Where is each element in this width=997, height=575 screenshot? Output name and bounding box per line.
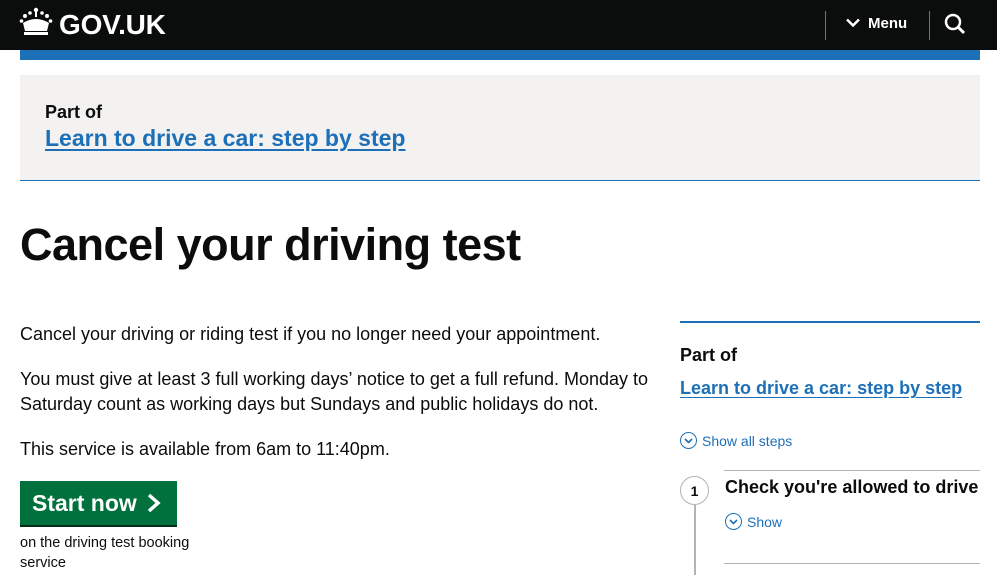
step-connector-line: [694, 505, 696, 575]
intro-paragraph: Cancel your driving or riding test if yo…: [20, 324, 601, 344]
logo-text: GOV.UK: [59, 8, 166, 40]
search-icon: [944, 13, 966, 39]
step-title[interactable]: Check you're allowed to drive: [725, 477, 978, 498]
header-divider: [929, 11, 930, 40]
refund-paragraph: You must give at least 3 full working da…: [20, 369, 649, 414]
header-blue-bar: [20, 50, 980, 60]
show-all-steps-label: Show all steps: [702, 432, 793, 449]
site-header: GOV.UK Menu: [0, 0, 997, 50]
part-of-label: Part of: [45, 102, 103, 122]
step-by-step-link[interactable]: Learn to drive a car: step by step: [45, 125, 405, 152]
step-number: 1: [680, 476, 709, 505]
page-title: Cancel your driving test: [20, 219, 521, 270]
menu-label: Menu: [868, 15, 908, 32]
menu-button[interactable]: Menu: [846, 15, 907, 32]
step-divider: [724, 563, 980, 564]
availability-paragraph: This service is available from 6am to 11…: [20, 439, 390, 459]
crown-icon: [19, 7, 53, 42]
step-divider: [724, 470, 980, 471]
sidebar-top-border: [680, 321, 980, 323]
chevron-down-circle-icon: [680, 432, 697, 449]
sidebar-step-by-step-link[interactable]: Learn to drive a car: step by step: [680, 378, 962, 399]
start-now-button[interactable]: Start now: [20, 481, 177, 525]
show-all-steps-button[interactable]: Show all steps: [680, 432, 792, 449]
header-divider: [825, 11, 826, 40]
sidebar-part-of-label: Part of: [680, 345, 738, 365]
chevron-right-icon: [147, 493, 161, 513]
chevron-down-circle-icon: [725, 513, 742, 530]
govuk-logo-link[interactable]: GOV.UK: [19, 7, 166, 42]
chevron-down-icon: [846, 15, 860, 32]
step-show-label: Show: [747, 513, 783, 530]
start-now-label: Start now: [32, 489, 137, 516]
search-button[interactable]: [944, 13, 966, 40]
start-button-note: on the driving test booking service: [20, 535, 190, 571]
part-of-banner: Part of Learn to drive a car: step by st…: [20, 75, 980, 181]
step-show-button[interactable]: Show: [725, 513, 782, 530]
